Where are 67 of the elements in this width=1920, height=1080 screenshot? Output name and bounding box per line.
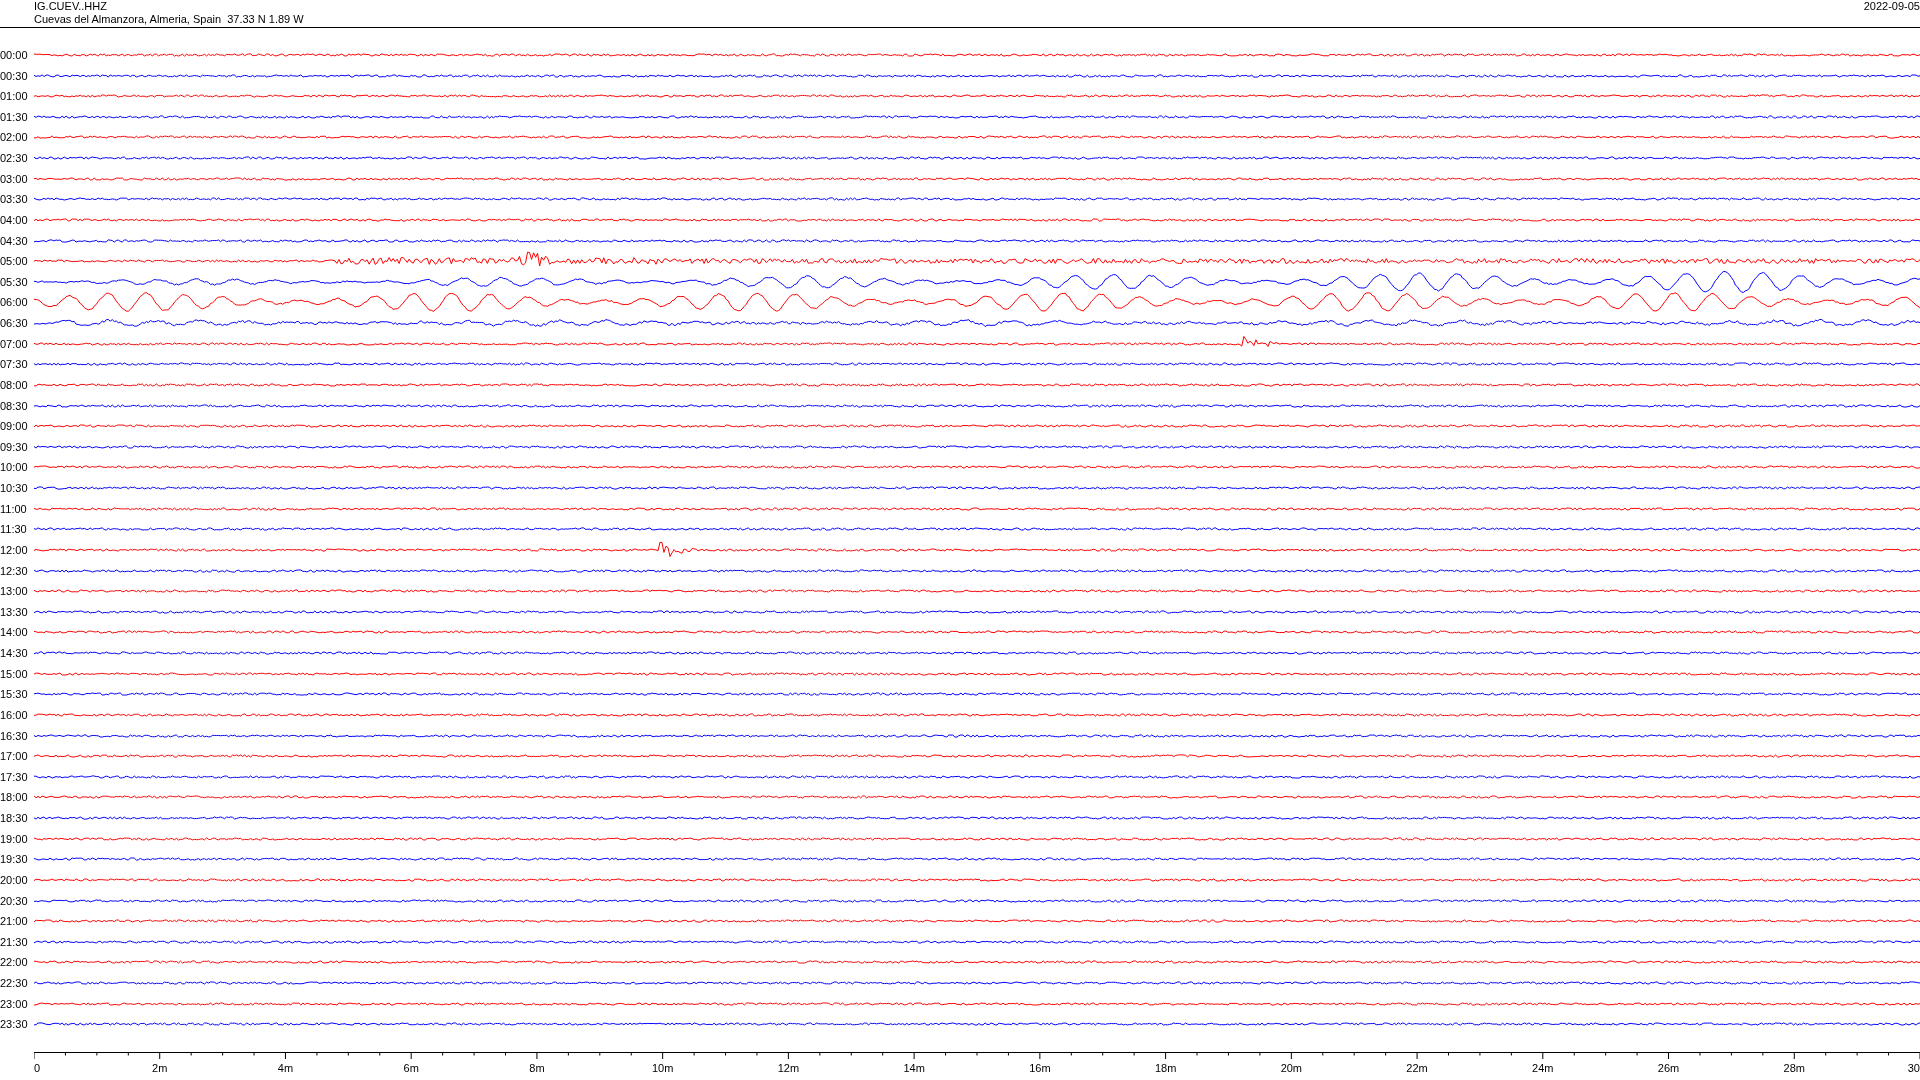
time-label: 06:30 — [0, 317, 29, 330]
time-label: 02:00 — [0, 131, 29, 144]
time-label: 19:00 — [0, 832, 29, 845]
time-label: 08:30 — [0, 399, 29, 412]
time-label: 20:30 — [0, 894, 29, 907]
time-label: 07:30 — [0, 358, 29, 371]
time-label: 08:00 — [0, 378, 29, 391]
time-label: 14:00 — [0, 626, 29, 639]
time-label: 09:00 — [0, 420, 29, 433]
axis-tick-label: 30 — [1907, 1061, 1920, 1074]
axis-tick-label: 18m — [1154, 1061, 1177, 1074]
axis-tick-label: 12m — [777, 1061, 800, 1074]
axis-tick-label: 20m — [1280, 1061, 1303, 1074]
station-location: Cuevas del Almanzora, Almeria, Spain 37.33 N 1.89 W — [34, 13, 304, 26]
time-label: 13:30 — [0, 605, 29, 618]
time-label: 18:30 — [0, 812, 29, 825]
time-label: 11:30 — [0, 523, 28, 536]
time-label: 01:00 — [0, 90, 29, 103]
time-label: 03:00 — [0, 172, 29, 185]
time-label: 17:00 — [0, 750, 29, 763]
time-label: 05:00 — [0, 255, 29, 268]
axis-tick-label: 28m — [1783, 1061, 1805, 1074]
time-label: 17:30 — [0, 770, 29, 783]
time-label: 20:00 — [0, 873, 29, 886]
time-label: 00:30 — [0, 69, 29, 82]
time-label: 00:00 — [0, 48, 29, 61]
time-label: 12:00 — [0, 543, 29, 556]
axis-tick-label: 8m — [529, 1061, 545, 1074]
time-label: 19:30 — [0, 853, 29, 866]
axis-tick-label: 14m — [903, 1061, 925, 1074]
time-label: 03:30 — [0, 193, 29, 206]
axis-tick-label: 4m — [277, 1061, 294, 1074]
time-label: 23:30 — [0, 1018, 29, 1031]
axis-tick-label: 26m — [1657, 1061, 1680, 1074]
time-label: 16:00 — [0, 708, 29, 721]
time-label: 12:30 — [0, 564, 29, 577]
time-label: 10:00 — [0, 461, 29, 474]
time-label: 07:00 — [0, 337, 29, 350]
time-label: 10:30 — [0, 482, 29, 495]
time-label: 04:30 — [0, 234, 29, 247]
axis-tick-label: 22m — [1406, 1061, 1428, 1074]
time-label: 09:30 — [0, 440, 29, 453]
time-label: 06:00 — [0, 296, 29, 309]
time-label: 14:30 — [0, 647, 29, 660]
time-label: 02:30 — [0, 152, 29, 165]
time-label: 16:30 — [0, 729, 29, 742]
time-label: 05:30 — [0, 275, 29, 288]
axis-tick-label: 0 — [34, 1061, 41, 1074]
time-label: 23:00 — [0, 997, 29, 1010]
time-label: 18:00 — [0, 791, 29, 804]
time-label: 01:30 — [0, 110, 29, 123]
time-label: 15:00 — [0, 667, 29, 680]
plot-date: 2022-09-05 — [1863, 0, 1920, 13]
time-label: 13:00 — [0, 585, 29, 598]
time-label: 15:30 — [0, 688, 29, 701]
time-label: 11:00 — [0, 502, 28, 515]
axis-tick-label: 16m — [1029, 1061, 1051, 1074]
time-label: 04:00 — [0, 213, 29, 226]
axis-tick-label: 6m — [403, 1061, 419, 1074]
axis-tick-label: 10m — [651, 1061, 674, 1074]
axis-tick-label: 24m — [1532, 1061, 1554, 1074]
time-label: 21:00 — [0, 915, 29, 928]
time-label: 22:00 — [0, 956, 29, 969]
time-label: 22:30 — [0, 977, 29, 990]
station-code: IG.CUEV..HHZ — [34, 0, 108, 13]
axis-tick-label: 2m — [152, 1061, 168, 1074]
time-label: 21:30 — [0, 935, 29, 948]
